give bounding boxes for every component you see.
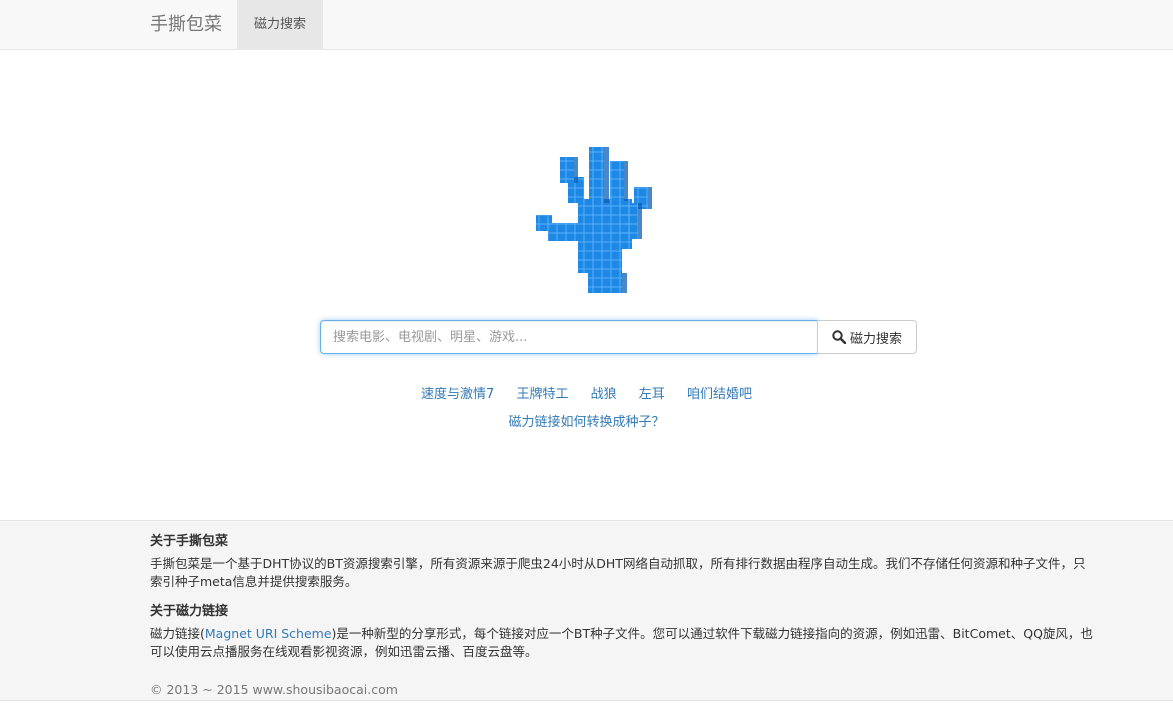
hot-link[interactable]: 咱们结婚吧 [687, 387, 752, 402]
magnet-uri-scheme-link[interactable]: Magnet URI Scheme [205, 626, 332, 641]
search-bar: 磁力搜索 [320, 320, 917, 354]
magnet-to-torrent-link[interactable]: 磁力链接如何转换成种子？ [508, 415, 664, 430]
magnet-text: 磁力链接(Magnet URI Scheme)是一种新型的分享形式，每个链接对应… [150, 625, 1095, 661]
about-title: 关于手撕包菜 [150, 534, 229, 549]
magnet-text-pre: 磁力链接( [150, 626, 205, 641]
magnet-title: 关于磁力链接 [150, 604, 229, 619]
tab-magnet-search[interactable]: 磁力搜索 [237, 0, 323, 49]
pixel-hand-icon [536, 147, 652, 293]
hot-link[interactable]: 王牌特工 [516, 387, 568, 402]
copyright: © 2013 ~ 2015 www.shousibaocai.com [150, 682, 398, 697]
footer: 关于手撕包菜 手撕包菜是一个基于DHT协议的BT资源搜索引擎，所有资源来源于爬虫… [0, 520, 1173, 701]
hot-search-links: 速度与激情7 王牌特工 战狼 左耳 咱们结婚吧 [0, 383, 1173, 402]
search-input[interactable] [320, 320, 818, 354]
hot-link[interactable]: 速度与激情7 [421, 387, 494, 402]
hot-link[interactable]: 战狼 [591, 387, 617, 402]
search-icon [832, 330, 846, 344]
howto-row: 磁力链接如何转换成种子？ [0, 411, 1173, 430]
brand-link[interactable]: 手撕包菜 [150, 0, 222, 49]
search-button[interactable]: 磁力搜索 [817, 320, 917, 354]
hot-link[interactable]: 左耳 [639, 387, 665, 402]
search-button-label: 磁力搜索 [849, 331, 902, 347]
about-text: 手撕包菜是一个基于DHT协议的BT资源搜索引擎，所有资源来源于爬虫24小时从DH… [150, 556, 1086, 589]
top-navbar: 手撕包菜 磁力搜索 [0, 0, 1173, 50]
